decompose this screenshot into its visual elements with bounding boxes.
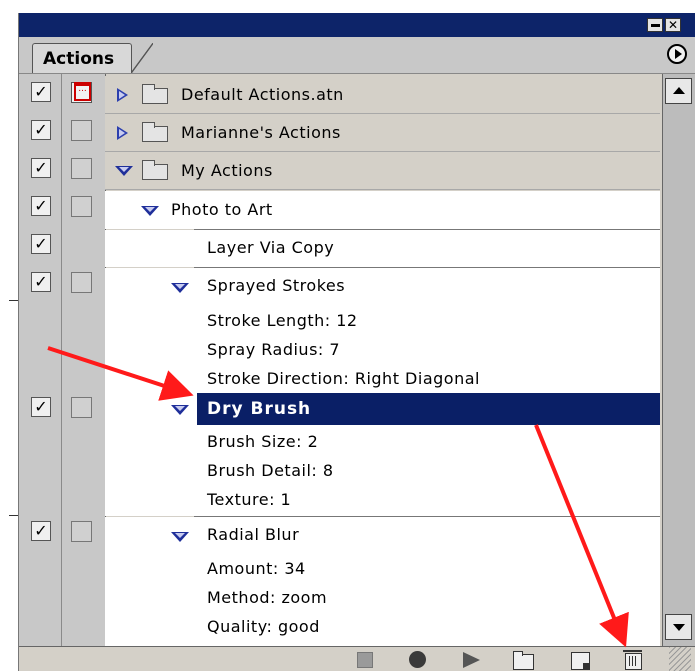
action-label: Photo to Art xyxy=(171,200,273,219)
command-label: Radial Blur xyxy=(207,525,300,544)
parameter-row: Amount: 34 xyxy=(105,553,660,582)
action-set-label: Marianne's Actions xyxy=(181,123,341,142)
expand-triangle-icon[interactable] xyxy=(117,126,128,140)
toggle-item-checkbox[interactable]: ✓ xyxy=(31,120,51,140)
parameter-label: Quality: good xyxy=(207,617,320,636)
background-edge xyxy=(0,0,18,671)
play-icon[interactable] xyxy=(463,652,480,668)
close-icon[interactable]: ✕ xyxy=(665,18,681,32)
parameter-label: Brush Size: 2 xyxy=(207,432,319,451)
panel-menu-icon[interactable] xyxy=(667,44,687,64)
action-set-label: Default Actions.atn xyxy=(181,85,344,104)
tab-actions[interactable]: Actions xyxy=(32,43,132,73)
command-label: Sprayed Strokes xyxy=(207,276,346,295)
edge-tick xyxy=(9,515,18,516)
folder-icon xyxy=(142,160,168,180)
expand-triangle-icon[interactable] xyxy=(117,88,128,102)
edge-tick xyxy=(9,300,18,301)
parameter-label: Stroke Direction: Right Diagonal xyxy=(207,369,480,388)
new-set-icon[interactable] xyxy=(513,651,534,670)
dialog-toggle-empty[interactable] xyxy=(71,158,92,179)
action-set-row[interactable]: Marianne's Actions xyxy=(105,114,660,152)
dialog-toggle-icon[interactable] xyxy=(71,82,92,103)
command-row[interactable]: Layer Via Copy xyxy=(105,230,660,267)
selected-command-label: Dry Brush xyxy=(207,399,312,419)
scroll-down-icon[interactable] xyxy=(665,614,692,640)
trash-icon[interactable] xyxy=(623,650,642,670)
parameter-label: Texture: 1 xyxy=(207,490,292,509)
parameter-row: Quality: good xyxy=(105,611,660,646)
parameter-label: Method: zoom xyxy=(207,588,328,607)
parameter-row: Brush Detail: 8 xyxy=(105,455,660,484)
folder-icon xyxy=(142,84,168,104)
toggle-columns: ✓ ✓ ✓ ✓ ✓ ✓ ✓ ✓ xyxy=(19,74,106,646)
toggle-item-checkbox[interactable]: ✓ xyxy=(31,272,51,292)
collapse-triangle-icon[interactable] xyxy=(171,405,189,415)
collapse-triangle-icon[interactable] xyxy=(171,532,189,542)
parameter-label: Spray Radius: 7 xyxy=(207,340,341,359)
parameter-row: Method: zoom xyxy=(105,582,660,611)
command-label: Layer Via Copy xyxy=(207,238,335,257)
new-action-icon[interactable] xyxy=(571,652,590,670)
dialog-toggle-empty[interactable] xyxy=(71,196,92,217)
record-icon[interactable] xyxy=(409,651,426,668)
command-row[interactable]: Radial Blur xyxy=(105,517,660,553)
parameter-label: Amount: 34 xyxy=(207,559,306,578)
action-set-label: My Actions xyxy=(181,161,273,180)
toggle-item-checkbox[interactable]: ✓ xyxy=(31,521,51,541)
action-set-row[interactable]: Default Actions.atn xyxy=(105,76,660,114)
action-row[interactable]: Photo to Art xyxy=(105,191,660,229)
toggle-item-checkbox[interactable]: ✓ xyxy=(31,158,51,178)
parameter-label: Stroke Length: 12 xyxy=(207,311,358,330)
toggle-item-checkbox[interactable]: ✓ xyxy=(31,234,51,254)
stop-icon[interactable] xyxy=(357,652,373,668)
parameter-label: Brush Detail: 8 xyxy=(207,461,334,480)
toggle-item-checkbox[interactable]: ✓ xyxy=(31,196,51,216)
parameter-row: Stroke Length: 12 xyxy=(105,305,660,334)
actions-panel: ✕ Actions ✓ ✓ ✓ ✓ ✓ ✓ ✓ ✓ Default Action… xyxy=(18,13,695,671)
toggle-item-checkbox[interactable]: ✓ xyxy=(31,397,51,417)
dialog-toggle-empty[interactable] xyxy=(71,272,92,293)
parameter-row: Texture: 1 xyxy=(105,484,660,516)
dialog-toggle-empty[interactable] xyxy=(71,397,92,418)
collapse-triangle-icon[interactable] xyxy=(171,283,189,293)
collapse-triangle-icon[interactable] xyxy=(115,166,133,176)
toggle-item-checkbox[interactable]: ✓ xyxy=(31,82,51,102)
collapse-triangle-icon[interactable] xyxy=(141,206,159,216)
scroll-up-icon[interactable] xyxy=(665,78,692,104)
tab-edge xyxy=(131,43,153,73)
minimize-icon[interactable] xyxy=(647,18,663,32)
dialog-toggle-empty[interactable] xyxy=(71,521,92,542)
bottom-toolbar xyxy=(19,646,695,671)
resize-grip-icon[interactable] xyxy=(669,647,691,671)
folder-icon xyxy=(142,122,168,142)
panel-title-bar[interactable]: ✕ xyxy=(19,13,695,37)
column-divider xyxy=(61,74,62,646)
selected-command-row[interactable]: Dry Brush xyxy=(197,393,660,425)
command-row[interactable]: Sprayed Strokes xyxy=(105,268,660,305)
parameter-row: Spray Radius: 7 xyxy=(105,334,660,363)
tab-strip: Actions xyxy=(19,37,695,74)
dialog-toggle-empty[interactable] xyxy=(71,120,92,141)
parameter-row: Brush Size: 2 xyxy=(105,426,660,455)
parameter-row: Stroke Direction: Right Diagonal xyxy=(105,363,660,392)
action-set-row[interactable]: My Actions xyxy=(105,152,660,190)
vertical-scrollbar[interactable] xyxy=(662,74,695,646)
